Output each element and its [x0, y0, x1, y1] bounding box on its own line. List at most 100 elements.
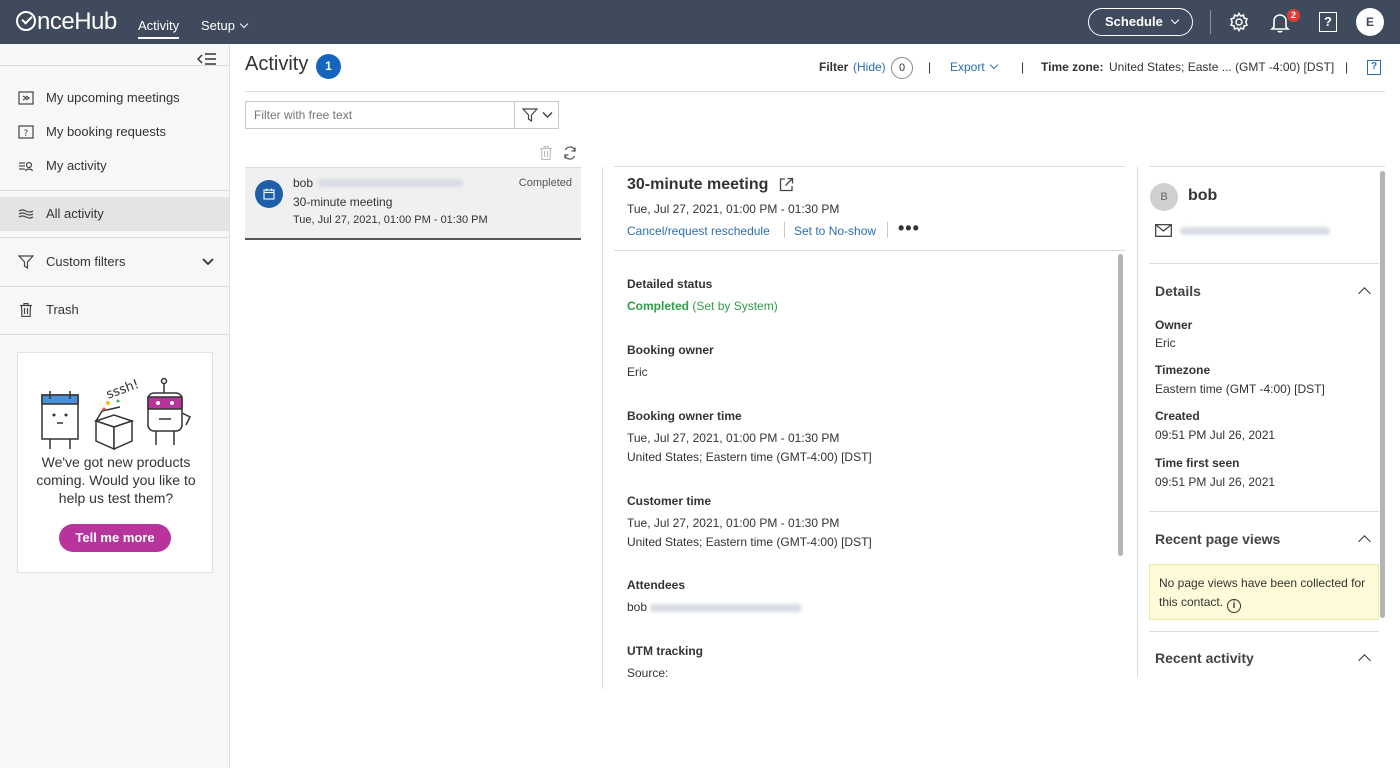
- list-item-name: bob: [293, 176, 314, 190]
- list-item-title: 30-minute meeting: [293, 195, 393, 209]
- trash-icon: [20, 303, 32, 317]
- filter-icon: [18, 255, 34, 269]
- top-bar: nceHub Activity Setup Schedule 2 ? E: [0, 0, 1400, 44]
- recent-page-views-heading[interactable]: Recent page views: [1155, 531, 1280, 547]
- sidebar-item-booking-requests[interactable]: ? My booking requests: [0, 115, 229, 149]
- redacted-email: [1180, 227, 1330, 235]
- utm-source-label: Source:: [627, 666, 669, 680]
- mail-icon: [1155, 224, 1172, 237]
- schedule-button[interactable]: Schedule: [1088, 8, 1193, 36]
- recent-activity-heading[interactable]: Recent activity: [1155, 650, 1254, 666]
- owner-time-label: Booking owner time: [627, 409, 742, 423]
- chevron-up-icon[interactable]: [1358, 287, 1371, 300]
- promo-card: sssh! We've got new products coming. Wou…: [17, 352, 213, 573]
- no-page-views-text: No page views have been collected for th…: [1159, 576, 1366, 609]
- divider: [1149, 263, 1379, 264]
- info-icon[interactable]: i: [1227, 599, 1242, 613]
- divider: [1149, 631, 1379, 632]
- more-options-icon[interactable]: •••: [898, 218, 920, 239]
- details-heading[interactable]: Details: [1155, 283, 1201, 299]
- chevron-down-icon: [542, 111, 553, 119]
- contact-scrollbar[interactable]: [1380, 171, 1385, 618]
- sidebar-item-my-activity[interactable]: My activity: [0, 149, 229, 183]
- my-activity-icon: [19, 161, 34, 172]
- schedule-label: Schedule: [1105, 14, 1163, 29]
- activity-list-item[interactable]: bob Completed 30-minute meeting Tue, Jul…: [245, 167, 581, 240]
- chevron-up-icon[interactable]: [1358, 535, 1371, 548]
- meeting-time: Tue, Jul 27, 2021, 01:00 PM - 01:30 PM: [627, 202, 840, 216]
- detailed-status-label: Detailed status: [627, 277, 713, 291]
- collapse-sidebar-icon[interactable]: [197, 52, 217, 66]
- filter-hide-link[interactable]: (Hide): [853, 60, 886, 74]
- export-label: Export: [950, 60, 985, 74]
- booking-owner-label: Booking owner: [627, 343, 714, 357]
- customer-time-label: Customer time: [627, 494, 712, 508]
- activity-count-badge: 1: [316, 54, 341, 79]
- sidebar-item-custom-filters[interactable]: Custom filters: [0, 245, 229, 279]
- sidebar-item-trash[interactable]: Trash: [0, 293, 229, 327]
- sidebar-item-label: My activity: [46, 158, 107, 173]
- first-seen-label: Time first seen: [1155, 456, 1240, 470]
- filter-options-button[interactable]: [514, 101, 559, 129]
- oncehub-logo[interactable]: nceHub: [16, 8, 117, 36]
- header-divider: [245, 91, 1385, 92]
- all-activity-icon: [18, 209, 34, 219]
- divider: [1137, 167, 1138, 677]
- export-dropdown[interactable]: Export: [950, 60, 998, 74]
- free-text-filter-input[interactable]: [245, 101, 515, 129]
- list-item-time: Tue, Jul 27, 2021, 01:00 PM - 01:30 PM: [293, 214, 488, 226]
- divider: [0, 237, 229, 238]
- divider: [0, 334, 229, 335]
- divider: [0, 286, 229, 287]
- filter-label: Filter: [819, 60, 849, 74]
- delete-icon[interactable]: [539, 146, 553, 160]
- tell-me-more-button[interactable]: Tell me more: [59, 524, 171, 552]
- sidebar-item-all-activity[interactable]: All activity: [0, 197, 229, 231]
- owner-label: Owner: [1155, 318, 1193, 332]
- refresh-icon[interactable]: [563, 146, 577, 160]
- help-icon[interactable]: ?: [1367, 60, 1381, 75]
- owner-time-value: Tue, Jul 27, 2021, 01:00 PM - 01:30 PM: [627, 431, 840, 445]
- status-note: (Set by System): [692, 299, 778, 313]
- divider: |: [1021, 60, 1025, 74]
- chevron-up-icon[interactable]: [1358, 654, 1371, 667]
- chevron-down-icon: [239, 19, 249, 29]
- filter-icon: [522, 108, 538, 122]
- meeting-calendar-icon: [255, 180, 283, 208]
- timezone-value: Eastern time (GMT -4:00) [DST]: [1155, 382, 1325, 396]
- set-no-show-link[interactable]: Set to No-show: [794, 224, 876, 238]
- sidebar-item-upcoming-meetings[interactable]: My upcoming meetings: [0, 81, 229, 115]
- divider: [602, 167, 603, 689]
- divider: [0, 190, 229, 191]
- booking-owner-value: Eric: [627, 365, 648, 379]
- attendee-row: bob: [627, 600, 803, 614]
- contact-name: bob: [1188, 187, 1218, 204]
- divider: [1149, 511, 1379, 512]
- user-avatar[interactable]: E: [1356, 8, 1384, 36]
- detail-scrollbar[interactable]: [1118, 254, 1123, 556]
- sidebar-item-label: Custom filters: [46, 254, 126, 269]
- chevron-down-icon: [1170, 15, 1180, 25]
- created-value: 09:51 PM Jul 26, 2021: [1155, 428, 1276, 442]
- sidebar-item-label: All activity: [46, 206, 104, 221]
- divider: [887, 222, 888, 238]
- gear-icon[interactable]: [1229, 12, 1249, 32]
- cancel-reschedule-link[interactable]: Cancel/request reschedule: [627, 224, 770, 238]
- customer-time-value: Tue, Jul 27, 2021, 01:00 PM - 01:30 PM: [627, 516, 840, 530]
- sidebar: My upcoming meetings ? My booking reques…: [0, 44, 230, 768]
- redacted-email: [318, 179, 463, 187]
- sidebar-item-label: My upcoming meetings: [46, 90, 180, 105]
- chevron-down-icon: [989, 60, 998, 70]
- divider: [614, 250, 1125, 251]
- chevron-down-icon[interactable]: [201, 255, 215, 269]
- nav-setup[interactable]: Setup: [201, 18, 249, 33]
- external-link-icon[interactable]: [779, 177, 794, 192]
- svg-text:?: ?: [24, 129, 29, 139]
- divider: [1149, 166, 1385, 167]
- timezone-label: Time zone:: [1041, 60, 1104, 74]
- help-icon[interactable]: ?: [1319, 12, 1337, 32]
- owner-value: Eric: [1155, 336, 1176, 350]
- nav-activity[interactable]: Activity: [138, 18, 180, 39]
- timezone-value[interactable]: United States; Easte ... (GMT -4:00) [DS…: [1109, 60, 1334, 74]
- upcoming-icon: [18, 91, 34, 105]
